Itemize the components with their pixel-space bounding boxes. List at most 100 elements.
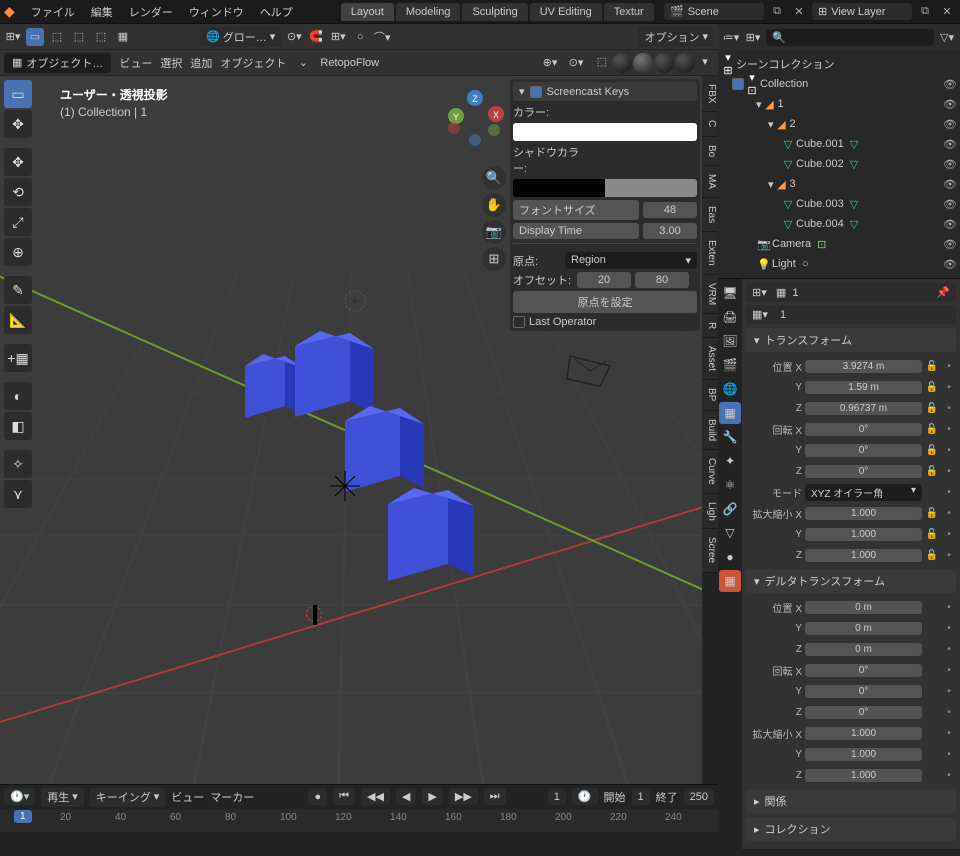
tree-item-1[interactable]: ▾ ◢ 1👁 — [720, 94, 958, 114]
tree-item-Camera[interactable]: 📷 Camera⊡👁 — [720, 234, 958, 254]
options-dropdown[interactable]: オプション ▾ — [638, 27, 714, 47]
ntab-fbx[interactable]: FBX — [702, 76, 718, 112]
tool-rotate[interactable]: ⟲ — [4, 178, 32, 206]
timeline-marker[interactable]: マーカー — [210, 789, 254, 805]
visibility-toggle[interactable]: 👁 — [942, 158, 958, 171]
rot-y[interactable]: 0° — [805, 444, 922, 457]
drot-y[interactable]: 0° — [805, 685, 922, 698]
ntab-r[interactable]: R — [702, 314, 718, 338]
tool-add-cube[interactable]: +▦ — [4, 344, 32, 372]
transform-section[interactable]: ▾ トランスフォーム — [746, 328, 956, 352]
scene-selector[interactable]: 🎬Scene — [664, 3, 764, 20]
hdr-select[interactable]: 選択 — [160, 55, 182, 71]
offset-y[interactable]: 80 — [635, 272, 689, 288]
select-mode2-icon[interactable]: ⬚ — [70, 28, 88, 46]
panel-header[interactable]: ▾ Screencast Keys — [513, 82, 697, 101]
workspace-tab-texture[interactable]: Textur — [604, 3, 654, 21]
camera-view-icon[interactable]: 📷 — [482, 220, 506, 244]
shading-solid[interactable] — [633, 53, 653, 73]
tree-item-Cube-003[interactable]: ▽ Cube.003▽👁 — [720, 194, 958, 214]
dscale-y[interactable]: 1.000 — [805, 748, 922, 761]
tool-extra2[interactable]: ◧ — [4, 412, 32, 440]
playhead[interactable]: 1 — [14, 810, 32, 823]
frame-range-icon[interactable]: 🕐 — [572, 788, 598, 805]
loc-y[interactable]: 1.59 m — [805, 381, 922, 394]
timeline-ruler[interactable]: 1 20 40 60 80 100 120 140 160 180 200 22… — [0, 809, 718, 833]
ntab-build[interactable]: Build — [702, 411, 718, 450]
shadow-swatch[interactable] — [513, 179, 697, 197]
visibility-toggle[interactable]: 👁 — [942, 238, 958, 251]
ntab-vrm[interactable]: VRM — [702, 275, 718, 314]
breadcrumb[interactable]: ⊞▾ ▦ 1📌 — [746, 283, 956, 302]
menu-file[interactable]: ファイル — [23, 4, 83, 20]
ntab-bo[interactable]: Bo — [702, 137, 718, 166]
3d-viewport[interactable]: ▭ ✥ ✥ ⟲ ⤢ ⊕ ✎ 📐 +▦ ◐ ◧ ✧ ⋎ ユ — [0, 76, 718, 784]
ntab-curve[interactable]: Curve — [702, 450, 718, 494]
select-box-icon[interactable]: ▭ — [26, 28, 44, 46]
proportional-icon[interactable]: ○ — [351, 28, 369, 46]
delta-transform-section[interactable]: ▾ デルタトランスフォーム — [746, 569, 956, 593]
workspace-tab-modeling[interactable]: Modeling — [396, 3, 461, 21]
menu-edit[interactable]: 編集 — [83, 4, 121, 20]
select-mode3-icon[interactable]: ⬚ — [92, 28, 110, 46]
drot-x[interactable]: 0° — [805, 664, 922, 677]
menu-window[interactable]: ウィンドウ — [181, 4, 252, 20]
scale-x[interactable]: 1.000 — [805, 507, 922, 520]
camera-object[interactable] — [565, 351, 615, 394]
ntab-c[interactable]: C — [702, 112, 718, 136]
tree-item-Cube-002[interactable]: ▽ Cube.002▽👁 — [720, 154, 958, 174]
editor-type-icon[interactable]: ⊞▾ — [4, 28, 22, 46]
visibility-toggle[interactable]: 👁 — [942, 138, 958, 151]
dloc-x[interactable]: 0 m — [805, 601, 922, 614]
collection-section[interactable]: ▸ コレクション — [746, 817, 956, 841]
play-reverse-icon[interactable]: ◀ — [396, 788, 416, 805]
ptab-texture[interactable]: ▦ — [719, 570, 741, 592]
tool-annotate[interactable]: ✎ — [4, 276, 32, 304]
gizmo-toggle-icon[interactable]: ⊕▾ — [541, 54, 559, 72]
autokey-icon[interactable]: ● — [308, 789, 327, 805]
filter-icon[interactable]: ▽▾ — [938, 28, 956, 46]
retopoflow-button[interactable]: RetopoFlow — [320, 57, 379, 69]
cube-object-4[interactable] — [360, 476, 480, 609]
dscale-x[interactable]: 1.000 — [805, 727, 922, 740]
outliner-display-icon[interactable]: ⊞▾ — [744, 28, 762, 46]
relations-section[interactable]: ▸ 関係 — [746, 789, 956, 813]
ptab-physics[interactable]: ⚛ — [719, 474, 741, 496]
workspace-tab-layout[interactable]: Layout — [341, 3, 394, 21]
scene-browse-icon[interactable]: ⧉ — [768, 3, 786, 21]
cube-icon[interactable]: ▦ — [114, 28, 132, 46]
ptab-object[interactable]: ▦ — [719, 402, 741, 424]
tool-measure[interactable]: 📐 — [4, 306, 32, 334]
dropdown-icon[interactable]: ⌄ — [294, 54, 312, 72]
tool-extra4[interactable]: ⋎ — [4, 480, 32, 508]
overlay-toggle-icon[interactable]: ⊙▾ — [567, 54, 585, 72]
visibility-toggle[interactable]: 👁 — [942, 118, 958, 131]
set-origin-button[interactable]: 原点を設定 — [513, 291, 697, 313]
origin-dropdown[interactable]: Region▾ — [565, 252, 697, 269]
hdr-add[interactable]: 追加 — [190, 55, 212, 71]
light-object[interactable] — [340, 286, 370, 319]
playback-dropdown[interactable]: 再生 ▾ — [41, 787, 84, 807]
select-mode-icon[interactable]: ⬚ — [48, 28, 66, 46]
snap-target-icon[interactable]: ⊞▾ — [329, 28, 347, 46]
jump-start-icon[interactable]: ⏮ — [333, 788, 355, 805]
zoom-icon[interactable]: 🔍 — [482, 166, 506, 190]
mode-selector[interactable]: ▦ オブジェクト… — [4, 53, 111, 73]
ntab-exten[interactable]: Exten — [702, 232, 718, 275]
ptab-world[interactable]: 🌐 — [719, 378, 741, 400]
loc-z[interactable]: 0.96737 m — [805, 402, 922, 415]
shading-rendered[interactable] — [675, 53, 695, 73]
sk-enable-checkbox[interactable] — [530, 86, 542, 98]
snap-icon[interactable]: 🧲 — [307, 28, 325, 46]
keying-dropdown[interactable]: キーイング ▾ — [90, 787, 166, 807]
workspace-tab-uv[interactable]: UV Editing — [530, 3, 602, 21]
tool-select[interactable]: ▭ — [4, 80, 32, 108]
scale-y[interactable]: 1.000 — [805, 528, 922, 541]
end-frame[interactable]: 250 — [684, 789, 714, 805]
menu-help[interactable]: ヘルプ — [252, 4, 301, 20]
navigation-gizmo[interactable]: Z X Y — [442, 86, 508, 152]
visibility-toggle[interactable]: 👁 — [942, 98, 958, 111]
current-frame[interactable]: 1 — [548, 789, 566, 805]
tree-item-Cube-001[interactable]: ▽ Cube.001▽👁 — [720, 134, 958, 154]
tool-move[interactable]: ✥ — [4, 148, 32, 176]
